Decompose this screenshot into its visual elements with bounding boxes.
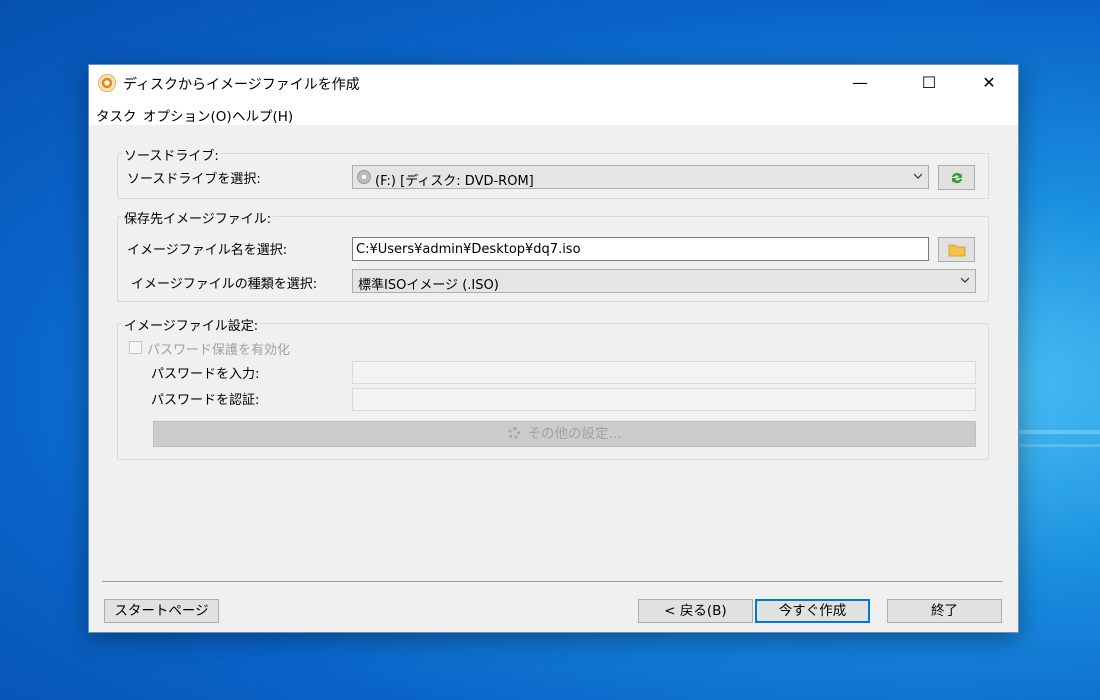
create-image-window: ディスクからイメージファイルを作成 — ☐ ✕ タスク オプション(O) ヘルプ… bbox=[88, 64, 1019, 633]
password-protection-checkbox[interactable] bbox=[129, 341, 142, 354]
desktop-light-beam bbox=[1017, 430, 1100, 434]
source-drive-select[interactable]: (F:) [ディスク: DVD-ROM] bbox=[352, 165, 929, 189]
image-type-label: イメージファイルの種類を選択: bbox=[131, 277, 318, 292]
image-type-select[interactable]: 標準ISOイメージ (.ISO) bbox=[352, 269, 976, 293]
maximize-button[interactable]: ☐ bbox=[906, 65, 952, 101]
create-now-button[interactable]: 今すぐ作成 bbox=[755, 599, 870, 623]
more-settings-label: その他の設定... bbox=[527, 426, 622, 442]
title-bar[interactable]: ディスクからイメージファイルを作成 — ☐ ✕ bbox=[89, 65, 1018, 101]
image-type-value: 標準ISOイメージ (.ISO) bbox=[358, 278, 499, 293]
confirm-password-label: パスワードを認証: bbox=[151, 393, 260, 408]
source-drive-group-title: ソースドライブ: bbox=[122, 145, 221, 164]
menu-task[interactable]: タスク bbox=[96, 105, 137, 125]
desktop-light-beam bbox=[1017, 444, 1100, 447]
password-input[interactable] bbox=[352, 361, 976, 384]
folder-icon bbox=[948, 244, 965, 257]
back-button[interactable]: < 戻る(B) bbox=[638, 599, 753, 623]
menu-help[interactable]: ヘルプ(H) bbox=[232, 105, 293, 125]
window-title: ディスクからイメージファイルを作成 bbox=[123, 77, 360, 93]
chevron-down-icon bbox=[914, 173, 922, 179]
refresh-icon bbox=[951, 172, 962, 184]
disc-icon bbox=[357, 170, 371, 184]
destination-group-title: 保存先イメージファイル: bbox=[122, 208, 274, 227]
image-path-value: C:¥Users¥admin¥Desktop¥dq7.iso bbox=[356, 242, 581, 257]
password-label: パスワードを入力: bbox=[151, 367, 260, 382]
start-page-button[interactable]: スタートページ bbox=[104, 599, 219, 623]
disc-app-icon bbox=[98, 74, 116, 92]
source-drive-value: (F:) [ディスク: DVD-ROM] bbox=[375, 174, 534, 189]
finish-button[interactable]: 終了 bbox=[887, 599, 1002, 623]
image-path-input[interactable]: C:¥Users¥admin¥Desktop¥dq7.iso bbox=[352, 237, 929, 261]
footer-separator bbox=[102, 581, 1003, 582]
refresh-button[interactable] bbox=[938, 165, 975, 190]
password-protection-label: パスワード保護を有効化 bbox=[147, 343, 291, 358]
more-settings-button[interactable]: その他の設定... bbox=[153, 421, 976, 447]
minimize-button[interactable]: — bbox=[837, 65, 883, 101]
chevron-down-icon bbox=[961, 277, 969, 283]
image-name-label: イメージファイル名を選択: bbox=[127, 243, 288, 258]
gear-icon bbox=[507, 427, 520, 439]
menu-bar: タスク オプション(O) ヘルプ(H) bbox=[89, 101, 1018, 125]
confirm-password-input[interactable] bbox=[352, 388, 976, 411]
close-button[interactable]: ✕ bbox=[966, 65, 1012, 101]
image-settings-group-title: イメージファイル設定: bbox=[122, 315, 261, 334]
source-drive-label: ソースドライブを選択: bbox=[127, 172, 261, 187]
browse-button[interactable] bbox=[938, 237, 975, 262]
menu-options[interactable]: オプション(O) bbox=[143, 105, 232, 125]
